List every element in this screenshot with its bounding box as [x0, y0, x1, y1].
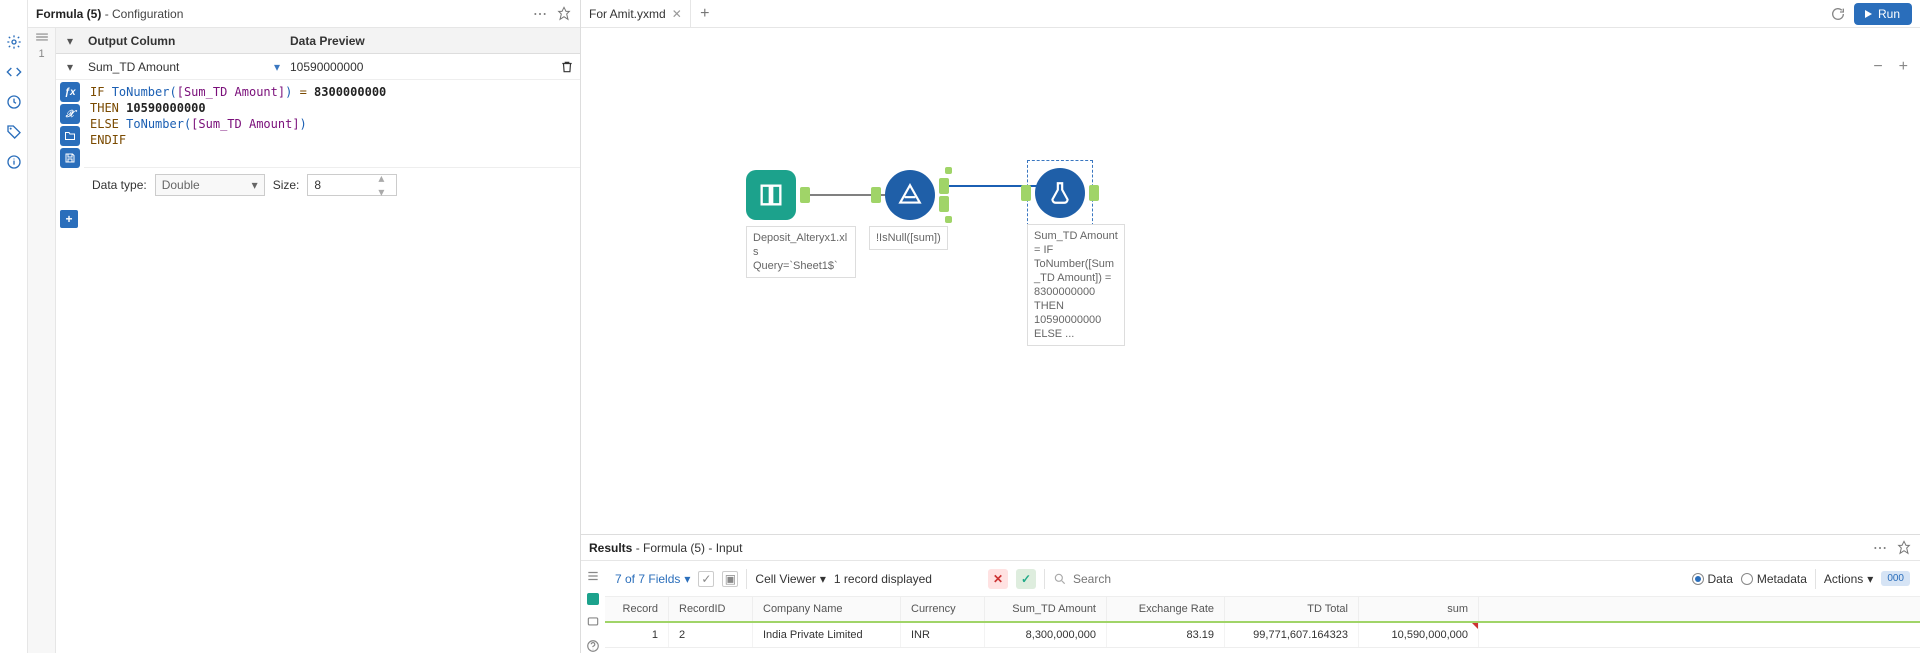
search-input[interactable] — [1053, 572, 1684, 586]
table-header-row: Record RecordID Company Name Currency Su… — [605, 597, 1920, 622]
col-currency[interactable]: Currency — [901, 597, 985, 621]
deselect-icon[interactable]: ▣ — [722, 571, 738, 587]
cell-sum: 10,590,000,000 — [1359, 623, 1479, 647]
results-title: Results — [589, 541, 632, 555]
col-recordid[interactable]: RecordID — [669, 597, 753, 621]
chevron-down-icon: ▾ — [1867, 572, 1873, 586]
chevron-down-icon: ▾ — [684, 572, 690, 586]
info-icon[interactable] — [6, 154, 22, 170]
trash-icon[interactable] — [560, 60, 574, 74]
cell-sumtd: 8,300,000,000 — [985, 623, 1107, 647]
datatype-select[interactable]: Double ▾ — [155, 174, 265, 196]
chevron-down-icon[interactable]: ▾ — [56, 60, 84, 74]
cell-currency: INR — [901, 623, 985, 647]
filter-tool-node[interactable]: !IsNull([sum]) — [885, 170, 948, 250]
fields-dropdown[interactable]: 7 of 7 Fields ▾ — [615, 572, 690, 586]
workflow-tab[interactable]: For Amit.yxmd ✕ — [581, 0, 691, 27]
col-sumtd[interactable]: Sum_TD Amount — [985, 597, 1107, 621]
new-tab-button[interactable]: + — [691, 5, 719, 23]
chevron-down-icon: ▾ — [820, 572, 826, 586]
chevron-down-icon[interactable]: ▾ — [56, 34, 84, 48]
pin-icon[interactable] — [1896, 540, 1912, 556]
spinner-icon[interactable]: ▴▾ — [378, 171, 390, 199]
play-icon — [1862, 8, 1874, 20]
size-input[interactable]: 8 ▴▾ — [307, 174, 397, 196]
zoom-in-button[interactable]: + — [1899, 58, 1908, 76]
data-radio[interactable]: Data — [1692, 572, 1733, 586]
cell-tdtotal: 99,771,607.164323 — [1225, 623, 1359, 647]
data-preview-header: Data Preview — [286, 34, 580, 48]
input-tool-node[interactable]: Deposit_Alteryx1.xls Query=`Sheet1$` — [746, 170, 856, 278]
dropdown-arrow-icon[interactable]: ▾ — [274, 60, 280, 74]
fx-button[interactable]: ƒx — [60, 82, 80, 102]
refresh-icon[interactable] — [1830, 6, 1846, 22]
input-tool-label: Deposit_Alteryx1.xls Query=`Sheet1$` — [746, 226, 856, 278]
clock-icon[interactable] — [6, 94, 22, 110]
data-preview-value: 10590000000 — [290, 60, 363, 74]
col-exchange[interactable]: Exchange Rate — [1107, 597, 1225, 621]
book-icon — [757, 181, 785, 209]
col-tdtotal[interactable]: TD Total — [1225, 597, 1359, 621]
cell-record: 1 — [605, 623, 669, 647]
folder-button[interactable] — [60, 126, 80, 146]
actions-dropdown[interactable]: Actions ▾ — [1824, 572, 1873, 586]
more-icon[interactable] — [532, 6, 548, 22]
add-formula-button[interactable]: + — [60, 210, 78, 228]
close-icon[interactable]: ✕ — [672, 7, 682, 21]
config-tool-suffix: - Configuration — [105, 7, 184, 21]
filter-icon — [897, 182, 923, 208]
formula-editor[interactable]: IF ToNumber([Sum_TD Amount]) = 830000000… — [84, 80, 580, 168]
filter-ok-button[interactable]: ✓ — [1016, 569, 1036, 589]
cell-viewer-dropdown[interactable]: Cell Viewer ▾ — [755, 572, 826, 586]
more-icon[interactable] — [1872, 540, 1888, 556]
config-tool-name: Formula (5) — [36, 7, 101, 21]
cell-exchange: 83.19 — [1107, 623, 1225, 647]
formula-tool-node[interactable]: Sum_TD Amount = IF ToNumber([Sum_TD Amou… — [1035, 168, 1125, 346]
zoom-out-button[interactable]: − — [1873, 58, 1882, 76]
output-column-select[interactable]: Sum_TD Amount — [88, 60, 179, 74]
cell-recordid: 2 — [669, 623, 753, 647]
help-icon[interactable] — [586, 639, 600, 653]
datatype-label: Data type: — [92, 178, 147, 192]
format-badge[interactable]: 000 — [1881, 571, 1910, 586]
cell-company: India Private Limited — [753, 623, 901, 647]
message-icon[interactable] — [586, 615, 600, 629]
col-sum[interactable]: sum — [1359, 597, 1479, 621]
metadata-radio[interactable]: Metadata — [1741, 572, 1807, 586]
list-icon[interactable] — [586, 569, 600, 583]
variable-button[interactable]: 𝒳 — [60, 104, 80, 124]
size-label: Size: — [273, 178, 300, 192]
filter-error-button[interactable]: ✕ — [988, 569, 1008, 589]
chevron-down-icon: ▾ — [252, 178, 258, 192]
pin-icon[interactable] — [556, 6, 572, 22]
col-record[interactable]: Record — [605, 597, 669, 621]
list-icon — [35, 32, 49, 42]
results-subtitle: - Formula (5) - Input — [636, 541, 743, 555]
filter-tool-label: !IsNull([sum]) — [869, 226, 948, 250]
table-row[interactable]: 1 2 India Private Limited INR 8,300,000,… — [605, 623, 1920, 648]
save-button[interactable] — [60, 148, 80, 168]
checkbox-icon[interactable]: ✓ — [698, 571, 714, 587]
run-button[interactable]: Run — [1854, 3, 1912, 25]
output-column-header: Output Column — [84, 34, 286, 48]
formula-tool-label: Sum_TD Amount = IF ToNumber([Sum_TD Amou… — [1027, 224, 1125, 346]
code-icon[interactable] — [6, 64, 22, 80]
workflow-canvas[interactable]: − + Deposit_Alteryx1.xls Query=`Sheet — [581, 28, 1920, 534]
formula-index: 1 — [38, 48, 44, 60]
gear-icon[interactable] — [6, 34, 22, 50]
anchor-marker-icon[interactable] — [587, 593, 599, 605]
col-company[interactable]: Company Name — [753, 597, 901, 621]
tag-icon[interactable] — [6, 124, 22, 140]
flask-icon — [1047, 180, 1073, 206]
search-icon — [1053, 572, 1067, 586]
record-count-label: 1 record displayed — [834, 572, 932, 586]
